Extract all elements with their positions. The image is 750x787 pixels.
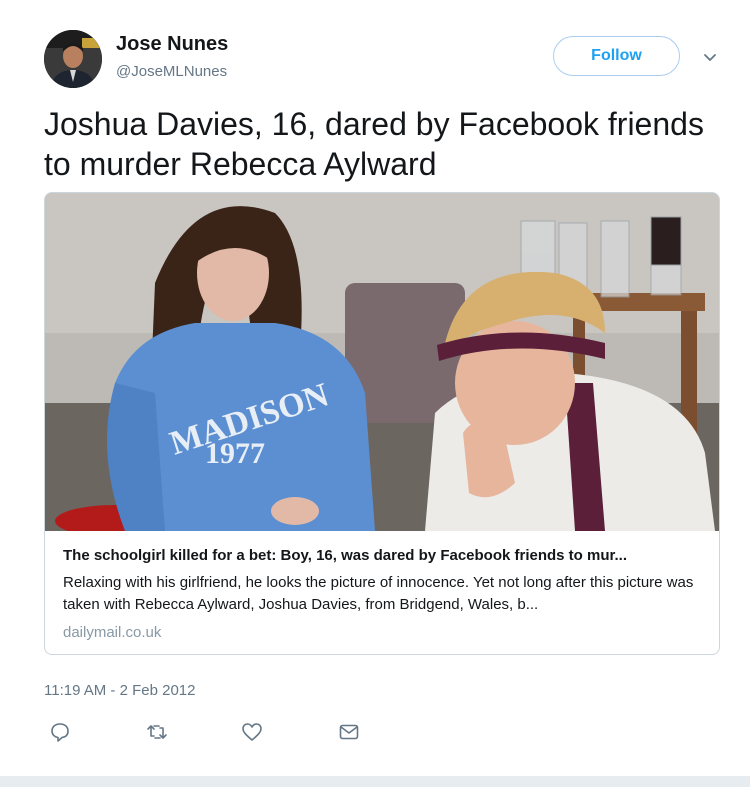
bottom-divider bbox=[0, 776, 750, 787]
chevron-down-icon[interactable] bbox=[700, 47, 720, 67]
retweet-icon[interactable] bbox=[145, 720, 169, 744]
tweet-text: Joshua Davies, 16, dared by Facebook fri… bbox=[44, 106, 704, 182]
profile-photo bbox=[44, 30, 102, 88]
card-image[interactable]: MADISON 1977 bbox=[45, 193, 720, 531]
reply-icon[interactable] bbox=[48, 720, 72, 744]
card-title[interactable]: The schoolgirl killed for a bet: Boy, 16… bbox=[63, 546, 709, 566]
card-description: Relaxing with his girlfriend, he looks t… bbox=[63, 574, 694, 613]
sweatshirt-number: 1977 bbox=[205, 437, 265, 470]
link-card[interactable]: MADISON 1977 The schoolgirl killed for a… bbox=[44, 192, 720, 655]
author-handle[interactable]: @JoseMLNunes bbox=[116, 63, 227, 80]
card-body[interactable]: The schoolgirl killed for a bet: Boy, 16… bbox=[63, 546, 709, 641]
author-name[interactable]: Jose Nunes bbox=[116, 33, 228, 56]
direct-message-icon[interactable] bbox=[337, 720, 361, 744]
tweet-timestamp[interactable]: 11:19 AM - 2 Feb 2012 bbox=[44, 682, 196, 699]
card-domain: dailymail.co.uk bbox=[63, 624, 162, 641]
avatar[interactable] bbox=[44, 30, 102, 88]
follow-button[interactable]: Follow bbox=[553, 36, 680, 76]
like-icon[interactable] bbox=[240, 720, 264, 744]
